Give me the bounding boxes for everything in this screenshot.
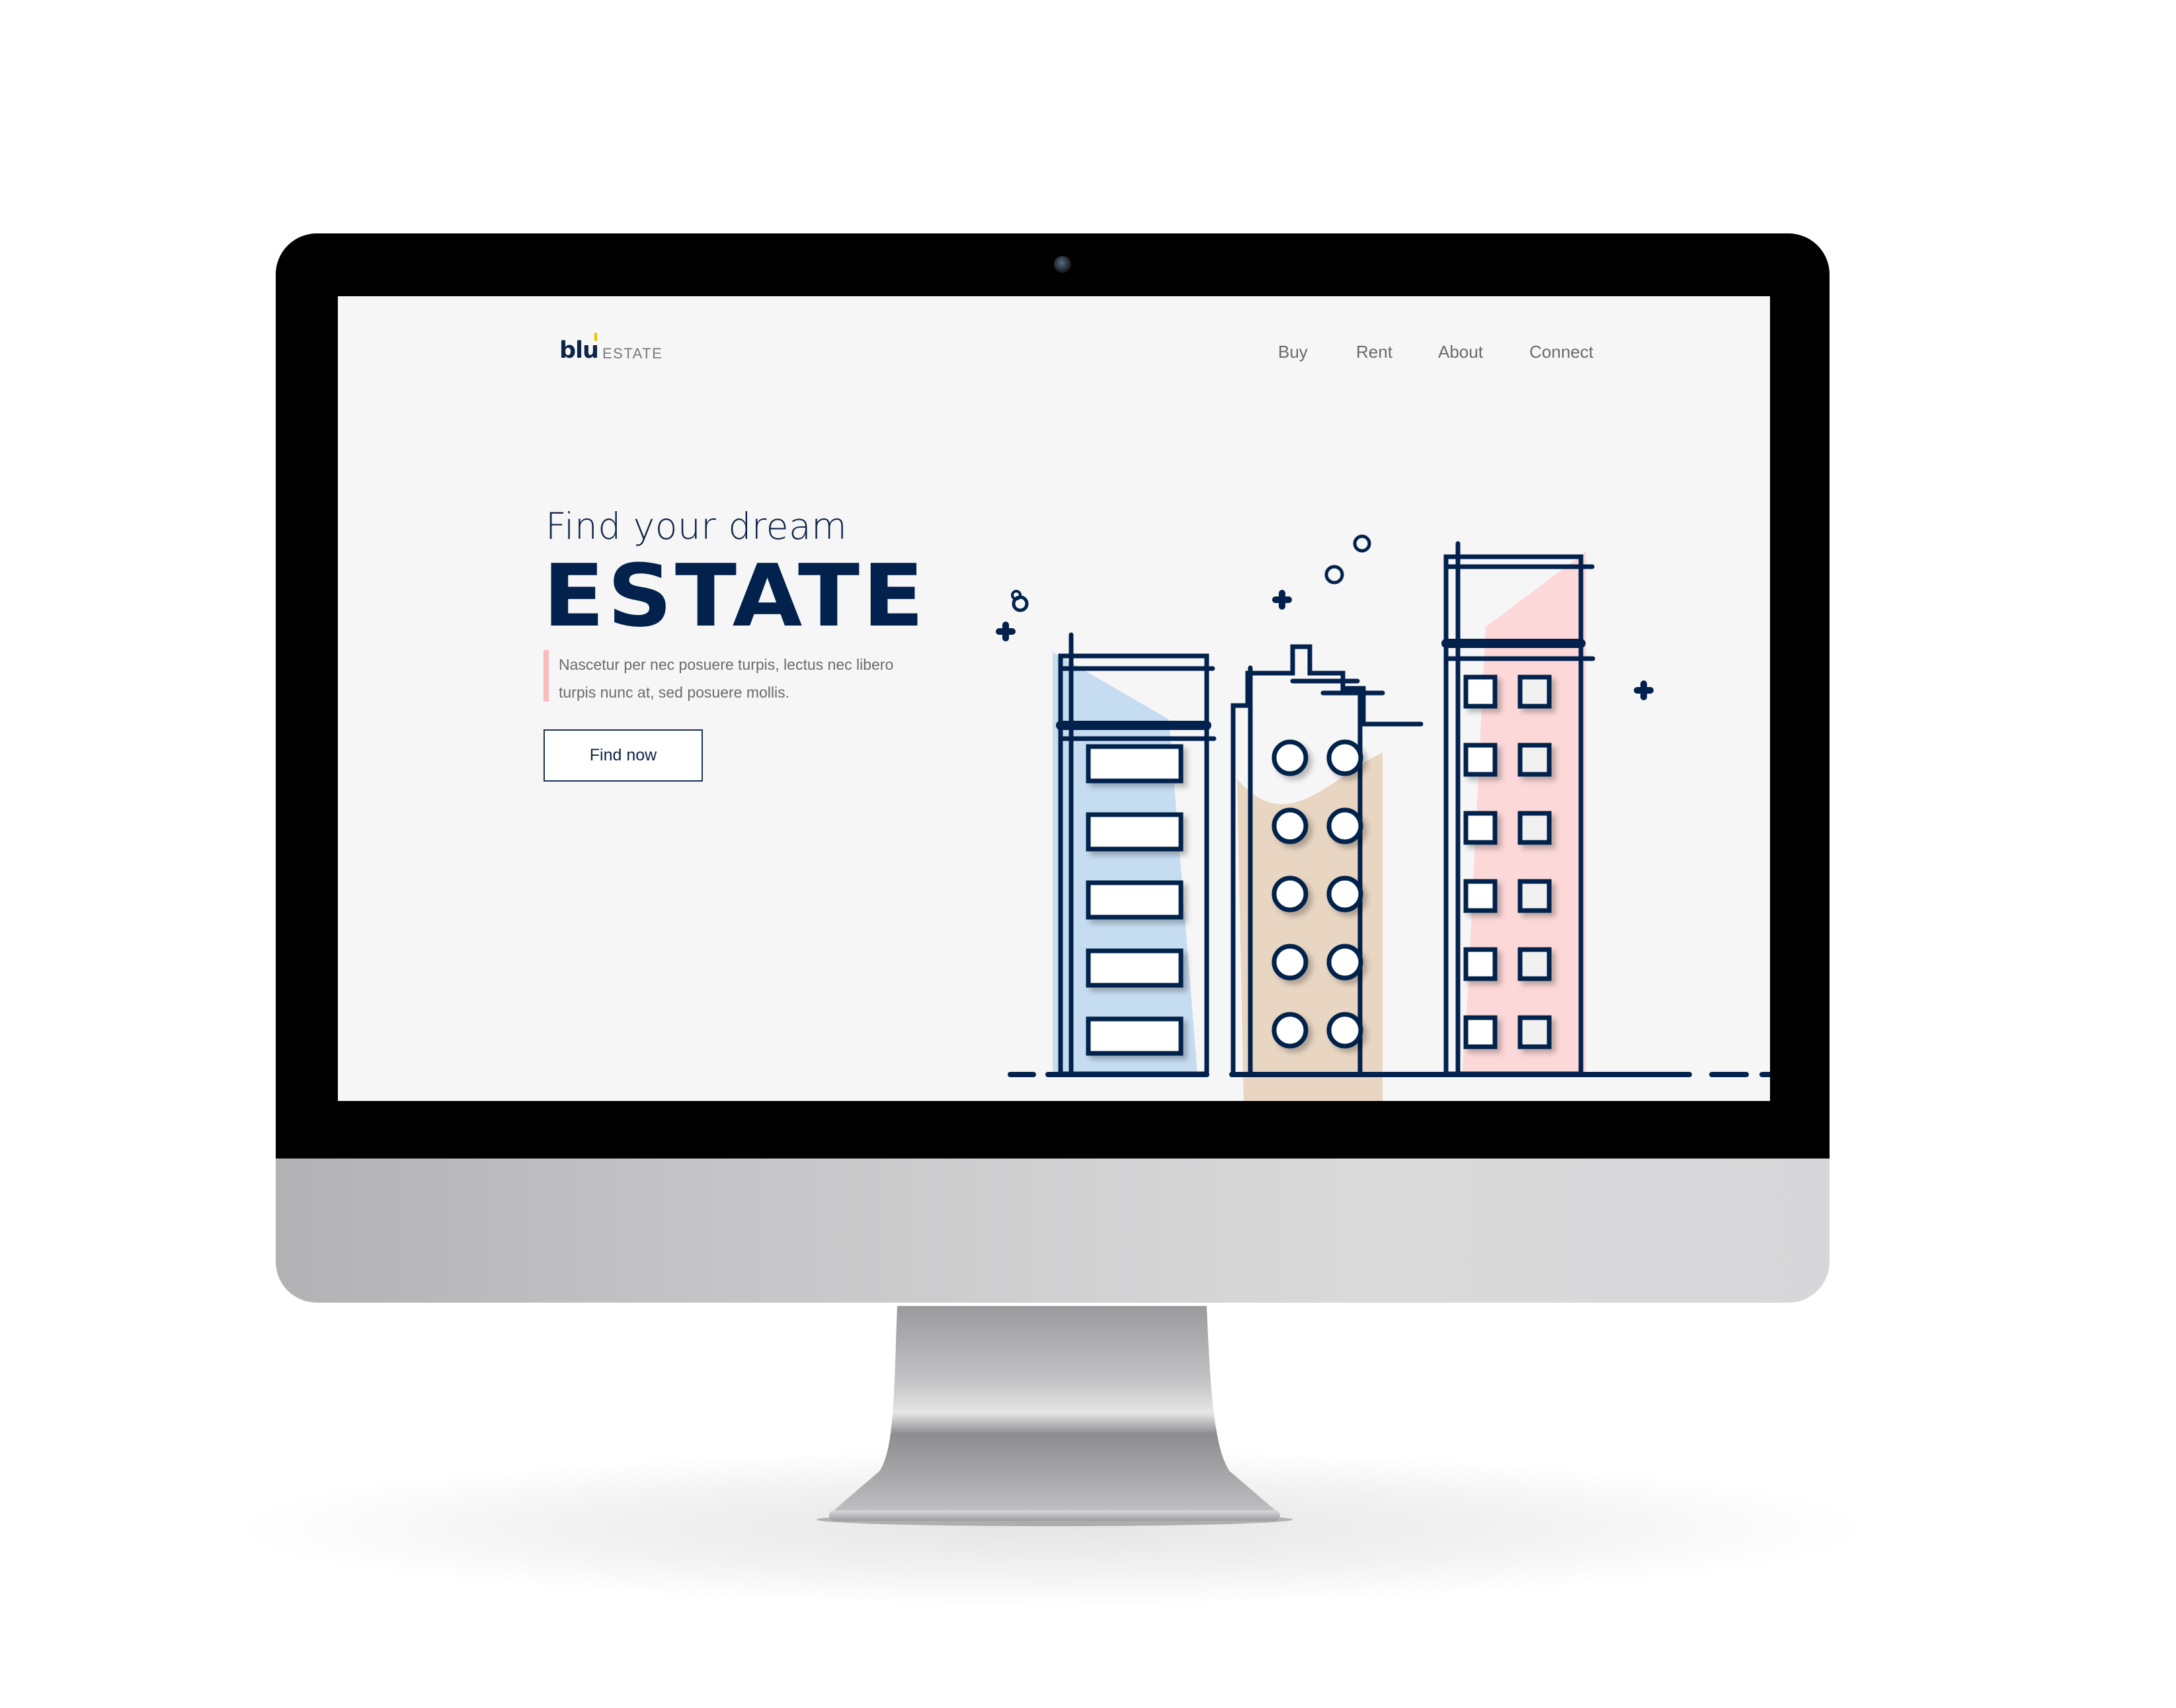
website-screen: blu ESTATE Buy Rent About Connect Find y…	[338, 296, 1770, 1101]
sparkle-plus-icon	[1272, 590, 1292, 610]
buildings-illustration	[996, 534, 1770, 1101]
window	[1271, 1012, 1309, 1049]
window	[1326, 1012, 1363, 1049]
window	[1517, 879, 1552, 913]
sparkle-plus-icon	[996, 622, 1016, 641]
window	[1463, 811, 1498, 845]
sparkle-circle-icon	[1353, 534, 1371, 553]
window	[1517, 674, 1552, 709]
window	[1326, 807, 1363, 844]
window	[1086, 948, 1184, 988]
middle-building	[1230, 644, 1424, 1101]
stand-neck	[830, 1306, 1279, 1520]
right-building	[1441, 541, 1595, 1077]
window	[1517, 743, 1552, 777]
window	[1271, 739, 1309, 776]
left-building	[1053, 632, 1217, 1077]
window	[1517, 947, 1552, 981]
window	[1326, 875, 1363, 913]
sparkle-plus-icon	[1634, 680, 1654, 700]
window	[1086, 812, 1184, 852]
window	[1463, 743, 1498, 777]
sparkle-circle-icon	[1011, 590, 1022, 600]
left-building-tint	[1053, 652, 1197, 1074]
window	[1463, 947, 1498, 981]
window	[1463, 1015, 1498, 1049]
sparkle-circle-icon	[1324, 565, 1344, 585]
window	[1463, 879, 1498, 913]
window	[1271, 875, 1309, 913]
window	[1517, 811, 1552, 845]
window	[1086, 744, 1184, 784]
monitor-stand	[817, 1306, 1293, 1526]
window	[1463, 674, 1498, 709]
window	[1517, 1015, 1552, 1049]
window	[1326, 944, 1363, 981]
window	[1326, 739, 1363, 776]
window	[1086, 1016, 1184, 1056]
window	[1271, 944, 1309, 981]
stand-base	[829, 1510, 1280, 1521]
window	[1271, 807, 1309, 844]
webcam-icon	[1054, 256, 1071, 273]
window	[1086, 880, 1184, 920]
